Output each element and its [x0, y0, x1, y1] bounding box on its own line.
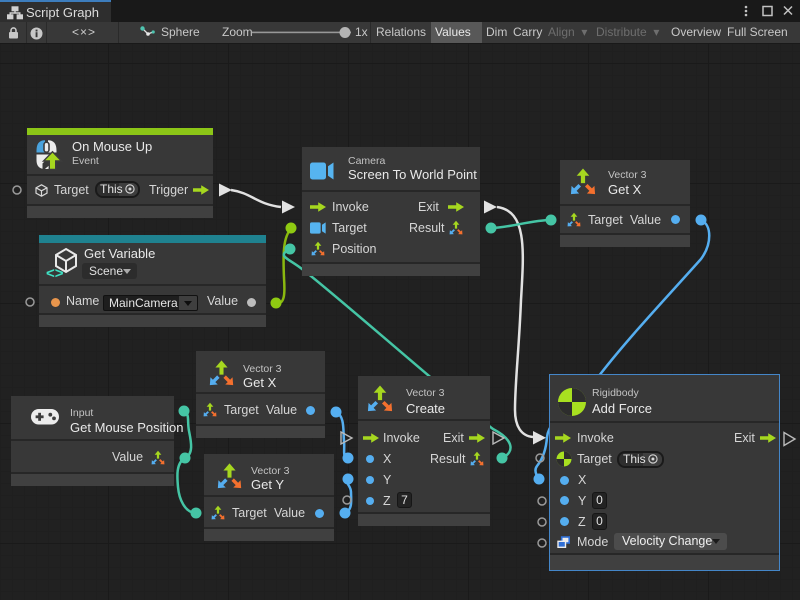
svg-text:<>: <> [46, 265, 64, 279]
